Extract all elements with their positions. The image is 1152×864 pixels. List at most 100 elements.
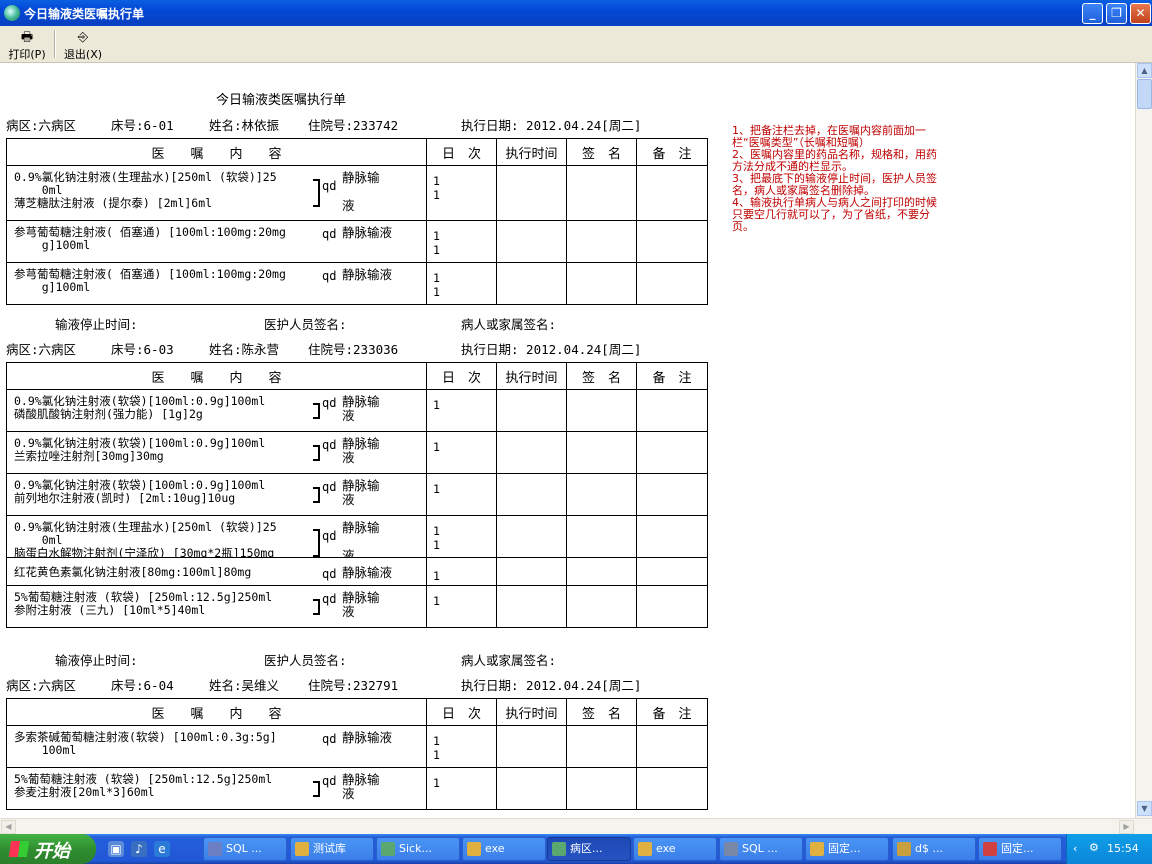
sign-cell[interactable]: [566, 220, 637, 263]
sign-cell[interactable]: [566, 473, 637, 516]
quicklaunch-desktop-icon[interactable]: ▣: [108, 841, 124, 857]
taskbar-task[interactable]: SQL ...: [719, 837, 803, 861]
taskbar-task[interactable]: exe: [462, 837, 546, 861]
taskbar-task[interactable]: 固定...: [978, 837, 1062, 861]
table-header-row: 医 嘱 内 容日 次执行时间签 名备 注: [6, 362, 708, 390]
times-cell: 1: [426, 431, 497, 474]
remark-cell[interactable]: [636, 220, 708, 263]
header-remark: 备 注: [636, 362, 708, 390]
order-route: 静脉输液: [342, 565, 393, 580]
patient-bed: 床号:6-01: [111, 118, 174, 133]
remark-cell[interactable]: [636, 767, 708, 810]
sign-cell[interactable]: [566, 515, 637, 558]
scroll-down-arrow-icon[interactable]: ▼: [1137, 801, 1152, 816]
table-row: 参芎葡萄糖注射液( 佰塞通) [100ml:100mg:20mg g]100ml…: [6, 220, 708, 263]
sign-cell[interactable]: [566, 725, 637, 768]
remark-cell[interactable]: [636, 473, 708, 516]
minimize-button[interactable]: _: [1082, 3, 1103, 24]
taskbar-task[interactable]: SQL ...: [203, 837, 287, 861]
times-value: 1: [433, 440, 440, 454]
taskbar-task[interactable]: Sick...: [376, 837, 460, 861]
times-value: 1: [433, 271, 440, 285]
table-row: 红花黄色素氯化钠注射液[80mg:100ml]80mg qd 静脉输液 1: [6, 557, 708, 586]
start-button[interactable]: 开始: [0, 834, 96, 864]
scroll-up-arrow-icon[interactable]: ▲: [1137, 63, 1152, 78]
remark-cell[interactable]: [636, 515, 708, 558]
exec-time-cell[interactable]: [496, 725, 567, 768]
header-sign: 签 名: [566, 362, 637, 390]
order-route: 静脉输 液: [342, 478, 380, 507]
exec-time-cell[interactable]: [496, 515, 567, 558]
print-button[interactable]: 🖶 打印(P): [4, 28, 50, 61]
sign-cell[interactable]: [566, 767, 637, 810]
times-cell: 1: [426, 767, 497, 810]
exec-time-cell[interactable]: [496, 165, 567, 221]
remark-cell[interactable]: [636, 557, 708, 586]
times-value: 1: [433, 734, 440, 748]
exec-time-cell[interactable]: [496, 585, 567, 628]
remark-cell[interactable]: [636, 389, 708, 432]
drug-text: 0.9%氯化钠注射液(软袋)[100ml:0.9g]100ml 兰索拉唑注射剂[…: [14, 436, 266, 463]
taskbar-task[interactable]: exe: [633, 837, 717, 861]
exit-door-icon: ⎆: [77, 30, 89, 45]
remark-cell[interactable]: [636, 585, 708, 628]
toolbar-separator: [54, 30, 56, 58]
remark-cell[interactable]: [636, 165, 708, 221]
exec-time-cell[interactable]: [496, 389, 567, 432]
restore-button[interactable]: ❐: [1106, 3, 1127, 24]
group-bracket: [313, 529, 320, 557]
order-content-cell: 红花黄色素氯化钠注射液[80mg:100ml]80mg qd 静脉输液: [6, 557, 427, 586]
remark-cell[interactable]: [636, 725, 708, 768]
table-row: 5%葡萄糖注射液 (软袋) [250ml:12.5g]250ml 参附注射液 (…: [6, 585, 708, 628]
exit-button[interactable]: ⎆ 退出(X): [60, 28, 106, 61]
sign-cell[interactable]: [566, 585, 637, 628]
remark-cell[interactable]: [636, 262, 708, 305]
exec-time-cell[interactable]: [496, 473, 567, 516]
patient-exec-date: 执行日期: 2012.04.24[周二]: [461, 342, 642, 357]
times-cell: 1: [426, 585, 497, 628]
patient-sign-label: 病人或家属签名:: [461, 317, 557, 332]
quicklaunch-ie-icon[interactable]: e: [154, 841, 170, 857]
order-content-cell: 参芎葡萄糖注射液( 佰塞通) [100ml:100mg:20mg g]100ml…: [6, 262, 427, 305]
orders-table: 医 嘱 内 容日 次执行时间签 名备 注 0.9%氯化钠注射液(软袋)[100ml…: [6, 362, 708, 628]
scroll-thumb[interactable]: [1137, 79, 1152, 109]
scroll-left-arrow-icon[interactable]: ◀: [1, 820, 16, 834]
taskbar-task[interactable]: d$ ...: [892, 837, 976, 861]
sign-cell[interactable]: [566, 165, 637, 221]
taskbar-task[interactable]: 测试库: [290, 837, 374, 861]
order-content-cell: 多索茶碱葡萄糖注射液(软袋) [100ml:0.3g:5g] 100ml qd 静脉…: [6, 725, 427, 768]
scroll-right-arrow-icon[interactable]: ▶: [1119, 820, 1134, 834]
sign-cell[interactable]: [566, 557, 637, 586]
exec-time-cell[interactable]: [496, 431, 567, 474]
times-cell: 11: [426, 220, 497, 263]
quicklaunch-media-icon[interactable]: ♪: [131, 841, 147, 857]
sign-cell[interactable]: [566, 389, 637, 432]
horizontal-scrollbar[interactable]: ◀ ▶: [0, 818, 1152, 834]
order-frequency: qd: [322, 438, 337, 452]
sign-cell[interactable]: [566, 431, 637, 474]
report-title: 今日输液类医嘱执行单: [216, 93, 347, 108]
drug-text: 0.9%氯化钠注射液(生理盐水)[250ml (软袋)]25 0ml 脑蛋白水解…: [14, 520, 277, 558]
times-value: 1: [433, 243, 440, 257]
table-header-row: 医 嘱 内 容日 次执行时间签 名备 注: [6, 138, 708, 166]
order-content-cell: 0.9%氯化钠注射液(软袋)[100ml:0.9g]100ml 磷酸肌酸钠注射剂…: [6, 389, 427, 432]
remark-cell[interactable]: [636, 431, 708, 474]
taskbar-task[interactable]: 病区...: [547, 837, 631, 861]
order-frequency: qd: [322, 396, 337, 410]
order-route: 静脉输 液: [342, 394, 380, 423]
exec-time-cell[interactable]: [496, 220, 567, 263]
task-app-icon: [810, 842, 824, 856]
report-document: 今日输液类医嘱执行单 病区:六病区 床号:6-01 姓名:林依振 住院号:233742…: [0, 63, 1135, 818]
vertical-scrollbar[interactable]: ▲ ▼: [1135, 63, 1152, 818]
exec-time-cell[interactable]: [496, 557, 567, 586]
sign-cell[interactable]: [566, 262, 637, 305]
taskbar-task[interactable]: 固定...: [805, 837, 889, 861]
close-button[interactable]: ✕: [1130, 3, 1151, 24]
order-content-cell: 5%葡萄糖注射液 (软袋) [250ml:12.5g]250ml 参附注射液 (…: [6, 585, 427, 628]
exec-time-cell[interactable]: [496, 262, 567, 305]
exec-time-cell[interactable]: [496, 767, 567, 810]
tray-network-icon[interactable]: ⚙: [1089, 841, 1099, 854]
tray-expand-icon[interactable]: ‹: [1073, 842, 1077, 855]
group-bracket: [313, 599, 320, 615]
patient-admission: 住院号:233036: [308, 342, 399, 357]
